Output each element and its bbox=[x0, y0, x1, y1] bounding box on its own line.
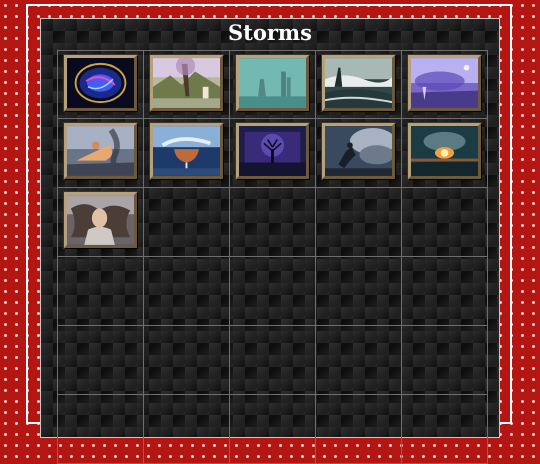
gallery-cell bbox=[57, 325, 144, 395]
gallery-cell bbox=[229, 118, 316, 188]
gallery-cell bbox=[229, 256, 316, 326]
flooded-town-image bbox=[153, 57, 220, 108]
lightning-tree-image bbox=[239, 126, 306, 176]
gallery-cell bbox=[401, 325, 488, 395]
gallery-cell bbox=[57, 187, 144, 257]
gallery-cell bbox=[143, 50, 230, 119]
gallery-row bbox=[57, 256, 488, 326]
thumbnail-tornado-figure[interactable] bbox=[64, 123, 137, 179]
storm-woman-image bbox=[67, 195, 134, 245]
stormy-coast-image bbox=[325, 57, 392, 108]
gallery-row bbox=[57, 187, 488, 257]
tornado-figure-image bbox=[67, 126, 134, 176]
gallery-cell bbox=[57, 118, 144, 188]
thumbnail-storm-glass[interactable] bbox=[150, 123, 223, 179]
volcano-storm-image bbox=[411, 126, 478, 176]
gallery-cell bbox=[143, 118, 230, 188]
thumbnail-lightning-tree[interactable] bbox=[236, 123, 309, 179]
gallery-cell bbox=[315, 187, 402, 257]
gallery-cell bbox=[315, 50, 402, 119]
gallery-row bbox=[57, 325, 488, 395]
gallery-cell bbox=[315, 118, 402, 188]
thumbnail-purple-storm[interactable] bbox=[408, 54, 481, 111]
gallery-cell bbox=[229, 325, 316, 395]
gallery-cell bbox=[229, 50, 316, 119]
thumbnail-wind-struggle[interactable] bbox=[322, 123, 395, 179]
gallery-cell bbox=[57, 256, 144, 326]
gallery-cell bbox=[315, 256, 402, 326]
thumbnail-flooded-town[interactable] bbox=[150, 54, 223, 111]
gallery-grid bbox=[57, 50, 488, 464]
gallery-cell bbox=[401, 50, 488, 119]
gallery-cell bbox=[143, 256, 230, 326]
gallery-cell bbox=[229, 187, 316, 257]
page-title: Storms bbox=[228, 20, 312, 45]
thumbnail-storm-globe[interactable] bbox=[64, 54, 137, 111]
misty-castle-image bbox=[239, 57, 306, 108]
gallery-cell bbox=[401, 187, 488, 257]
thumbnail-volcano-storm[interactable] bbox=[408, 123, 481, 179]
thumbnail-stormy-coast[interactable] bbox=[322, 54, 395, 111]
storm-glass-image bbox=[153, 126, 220, 176]
purple-storm-image bbox=[411, 57, 478, 108]
gallery-cell bbox=[143, 187, 230, 257]
gallery-cell bbox=[401, 256, 488, 326]
content-panel: Storms bbox=[40, 18, 500, 464]
thumbnail-misty-castle[interactable] bbox=[236, 54, 309, 111]
thumbnail-storm-woman[interactable] bbox=[64, 192, 137, 248]
wind-struggle-image bbox=[325, 126, 392, 176]
gallery-row bbox=[57, 50, 488, 119]
gallery-cell bbox=[57, 50, 144, 119]
gallery-cell bbox=[315, 325, 402, 395]
storm-globe-image bbox=[67, 57, 134, 108]
gallery-row bbox=[57, 118, 488, 188]
gallery-cell bbox=[401, 118, 488, 188]
gallery-cell bbox=[143, 325, 230, 395]
